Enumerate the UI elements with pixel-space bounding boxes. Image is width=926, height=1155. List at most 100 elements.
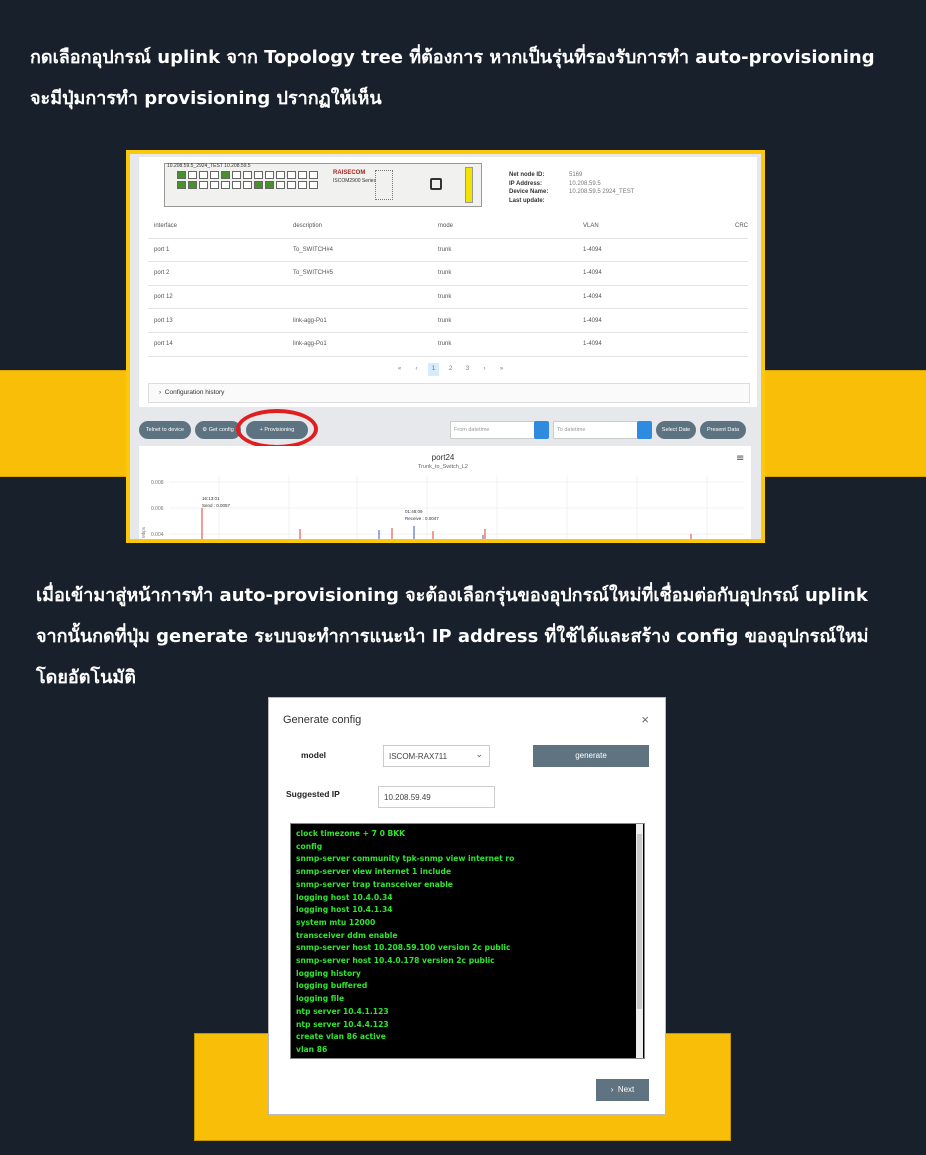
y-tick: 0.006 <box>151 506 164 512</box>
info-value: 10.208.59.5 2924_TEST <box>569 189 635 195</box>
chart-menu-icon[interactable]: ≡ <box>736 453 744 464</box>
config-line: snmp-server community tpk-snmp view inte… <box>296 854 515 864</box>
config-line: logging host 10.4.0.34 <box>296 892 393 902</box>
scrollbar[interactable] <box>636 824 643 1058</box>
table-cell: trunk <box>438 246 452 253</box>
table-cell: trunk <box>438 270 452 277</box>
info-key: Net node ID: <box>509 172 545 178</box>
info-value: 10.208.59.5 <box>569 180 601 187</box>
table-cell: trunk <box>438 317 452 324</box>
telnet-button[interactable]: Telnet to device <box>139 421 191 439</box>
config-line: transceiver ddm enable <box>296 930 398 940</box>
config-line: logging buffered <box>296 981 368 991</box>
port-grid <box>177 171 318 189</box>
table-cell: link-agg-Po1 <box>293 341 327 348</box>
column-header: description <box>293 223 323 230</box>
chart-spikes <box>201 508 692 539</box>
info-key: IP Address: <box>509 180 543 187</box>
device-brand: RAISECOM <box>333 170 366 176</box>
get-config-button[interactable]: ⚙ Get config <box>195 421 241 439</box>
config-line: snmp-server host 10.208.59.100 version 2… <box>296 943 511 953</box>
chart-title: port24 <box>432 453 455 462</box>
scrollbar-thumb[interactable] <box>637 834 642 1009</box>
tooltip-value: Receive : 0.0047 <box>405 516 439 521</box>
table-row[interactable]: port 12 trunk 1-4094 <box>148 286 748 310</box>
config-line: ntp server 10.4.4.123 <box>296 1019 389 1029</box>
prev-page-button[interactable]: ‹ <box>411 363 422 376</box>
table-row[interactable]: port 13 link-agg-Po1 trunk 1-4094 <box>148 309 748 333</box>
highlight-circle <box>236 409 318 449</box>
config-line: logging host 10.4.1.34 <box>296 905 393 915</box>
column-header: VLAN <box>583 223 599 230</box>
to-datetime-input[interactable]: To datetime <box>553 421 638 439</box>
net-node-info: Net node ID: 5169 IP Address: 10.208.59.5 … <box>509 171 634 205</box>
config-line: vlan 86 <box>296 1044 328 1054</box>
configuration-history-toggle[interactable]: › Configuration history <box>148 383 750 403</box>
tooltip-time: 16:13:01 <box>202 496 220 501</box>
device-panel-image: 10.208.59.5_2924_TEST 10.208.59.5 RAISEC… <box>164 163 482 207</box>
interface-table: interface description mode VLAN CRC port… <box>148 215 748 357</box>
config-line: logging history <box>296 968 361 978</box>
instruction-line: จากนั้นกดที่ปุ่ม generate ระบบจะทำการแนะ… <box>36 626 869 647</box>
config-line: system mtu 12000 <box>296 917 376 927</box>
table-cell: trunk <box>438 294 452 301</box>
table-cell: 1-4094 <box>583 270 602 277</box>
instruction-line: กดเลือกอุปกรณ์ uplink จาก Topology tree … <box>30 47 875 68</box>
chevron-down-icon: ⌄ <box>475 749 483 759</box>
generate-button[interactable]: generate <box>533 745 649 767</box>
device-card: 10.208.59.5_2924_TEST 10.208.59.5 RAISEC… <box>139 157 757 407</box>
instruction-line: เมื่อเข้ามาสู่หน้าการทำ auto-provisionin… <box>36 585 868 606</box>
info-key: Device Name: <box>509 189 549 195</box>
from-datetime-input[interactable]: From datetime <box>450 421 535 439</box>
device-series: ISCOM2900 Series <box>333 178 377 184</box>
config-line: create vlan 86 active <box>296 1032 386 1042</box>
model-value: ISCOM-RAX711 <box>389 752 448 761</box>
close-icon[interactable]: × <box>641 712 649 727</box>
device-sticker <box>465 167 473 203</box>
config-line: clock timezone + 7 0 BKK <box>296 829 406 838</box>
calendar-icon[interactable] <box>534 421 549 439</box>
table-row[interactable]: port 2 To_SWITCH#5 trunk 1-4094 <box>148 262 748 286</box>
table-row[interactable]: port 14 link-agg-Po1 trunk 1-4094 <box>148 333 748 357</box>
select-date-button[interactable]: Select Date <box>656 421 696 439</box>
tooltip-value: Send : 0.0057 <box>202 503 231 508</box>
table-cell: 1-4094 <box>583 317 602 324</box>
generate-config-dialog: Generate config × model ISCOM-RAX711 ⌄ g… <box>268 697 666 1115</box>
info-value: 5169 <box>569 172 583 178</box>
table-cell: port 14 <box>154 341 173 348</box>
config-line: logging file <box>296 994 345 1004</box>
configuration-history-label: Configuration history <box>164 389 225 396</box>
calendar-icon[interactable] <box>637 421 652 439</box>
instruction-line: จะมีปุ่มการทำ provisioning ปรากฏให้เห็น <box>30 88 382 109</box>
page-1-button[interactable]: 1 <box>428 363 439 376</box>
get-config-label: Get config <box>208 427 234 433</box>
device-leds <box>375 170 393 200</box>
table-cell: 1-4094 <box>583 246 602 253</box>
config-line: config <box>296 841 323 851</box>
page-2-button[interactable]: 2 <box>445 363 456 376</box>
traffic-chart: port24 Trunk_to_Switch_L2 ≡ 0.008 0.006 … <box>139 446 751 539</box>
model-select[interactable]: ISCOM-RAX711 ⌄ <box>383 745 490 767</box>
instruction-line: โดยอัตโนมัติ <box>36 667 136 688</box>
chart-subtitle: Trunk_to_Switch_L2 <box>418 464 468 470</box>
pagination: « ‹ 1 2 3 › » <box>394 363 507 376</box>
table-cell: To_SWITCH#4 <box>293 246 334 253</box>
traffic-chart-svg: port24 Trunk_to_Switch_L2 ≡ 0.008 0.006 … <box>141 453 744 539</box>
next-label: Next <box>617 1085 635 1094</box>
page-3-button[interactable]: 3 <box>462 363 473 376</box>
config-textarea[interactable]: clock timezone + 7 0 BKK config snmp-serve… <box>290 823 645 1059</box>
table-cell: port 13 <box>154 317 173 324</box>
y-axis-label: Mbps <box>141 526 146 538</box>
present-data-button[interactable]: Present Data <box>700 421 746 439</box>
column-header: mode <box>438 223 454 230</box>
next-page-button[interactable]: › <box>479 363 490 376</box>
suggested-ip-input[interactable]: 10.208.59.49 <box>378 786 495 808</box>
table-cell: link-agg-Po1 <box>293 317 327 324</box>
y-tick: 0.004 <box>151 532 164 538</box>
first-page-button[interactable]: « <box>394 363 405 376</box>
next-button[interactable]: › Next <box>596 1079 649 1101</box>
last-page-button[interactable]: » <box>496 363 507 376</box>
table-cell: 1-4094 <box>583 341 602 348</box>
table-header: interface description mode VLAN CRC <box>148 215 748 239</box>
table-row[interactable]: port 1 To_SWITCH#4 trunk 1-4094 <box>148 239 748 263</box>
